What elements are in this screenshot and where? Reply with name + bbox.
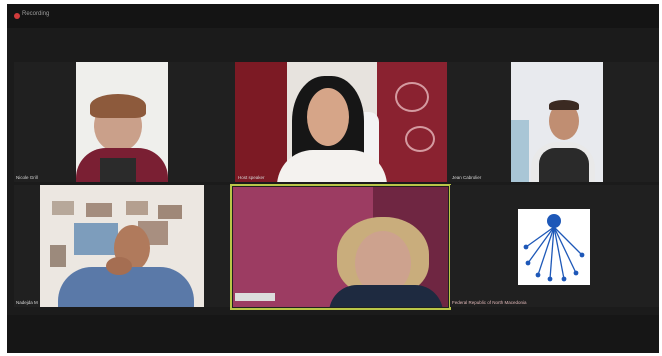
participant-tile-5[interactable] [230,184,451,310]
participant-name-3: Jean Cabrolier [452,175,482,180]
participant-name-2: Host speaker [238,175,265,180]
participant-tile-6[interactable]: Federal Republic of North Macedonia [450,185,659,307]
logo-panel [518,209,590,285]
meeting-top-bar: Recording [7,4,659,28]
meeting-bottom-bar [7,315,659,353]
recording-label: Recording [22,11,50,17]
participant-tile-4[interactable]: Nadejda M [14,185,232,307]
participant-name-6: Federal Republic of North Macedonia [452,300,527,305]
recording-indicator-icon [14,13,20,19]
participant-video-3 [511,62,603,182]
participant-tile-2[interactable]: Host speaker [232,62,450,182]
meeting-window: Recording Nicole Grill Host speaker Jean… [7,4,659,353]
participant-video-1 [76,62,168,182]
participant-video-2 [235,62,447,182]
participant-video-4 [40,185,204,307]
organization-logo-icon [523,214,585,282]
participant-tile-1[interactable]: Nicole Grill [14,62,232,182]
participant-tile-3[interactable]: Jean Cabrolier [450,62,659,182]
participant-name-1: Nicole Grill [16,175,38,180]
participant-name-4: Nadejda M [16,300,38,305]
participant-video-5 [233,187,448,307]
